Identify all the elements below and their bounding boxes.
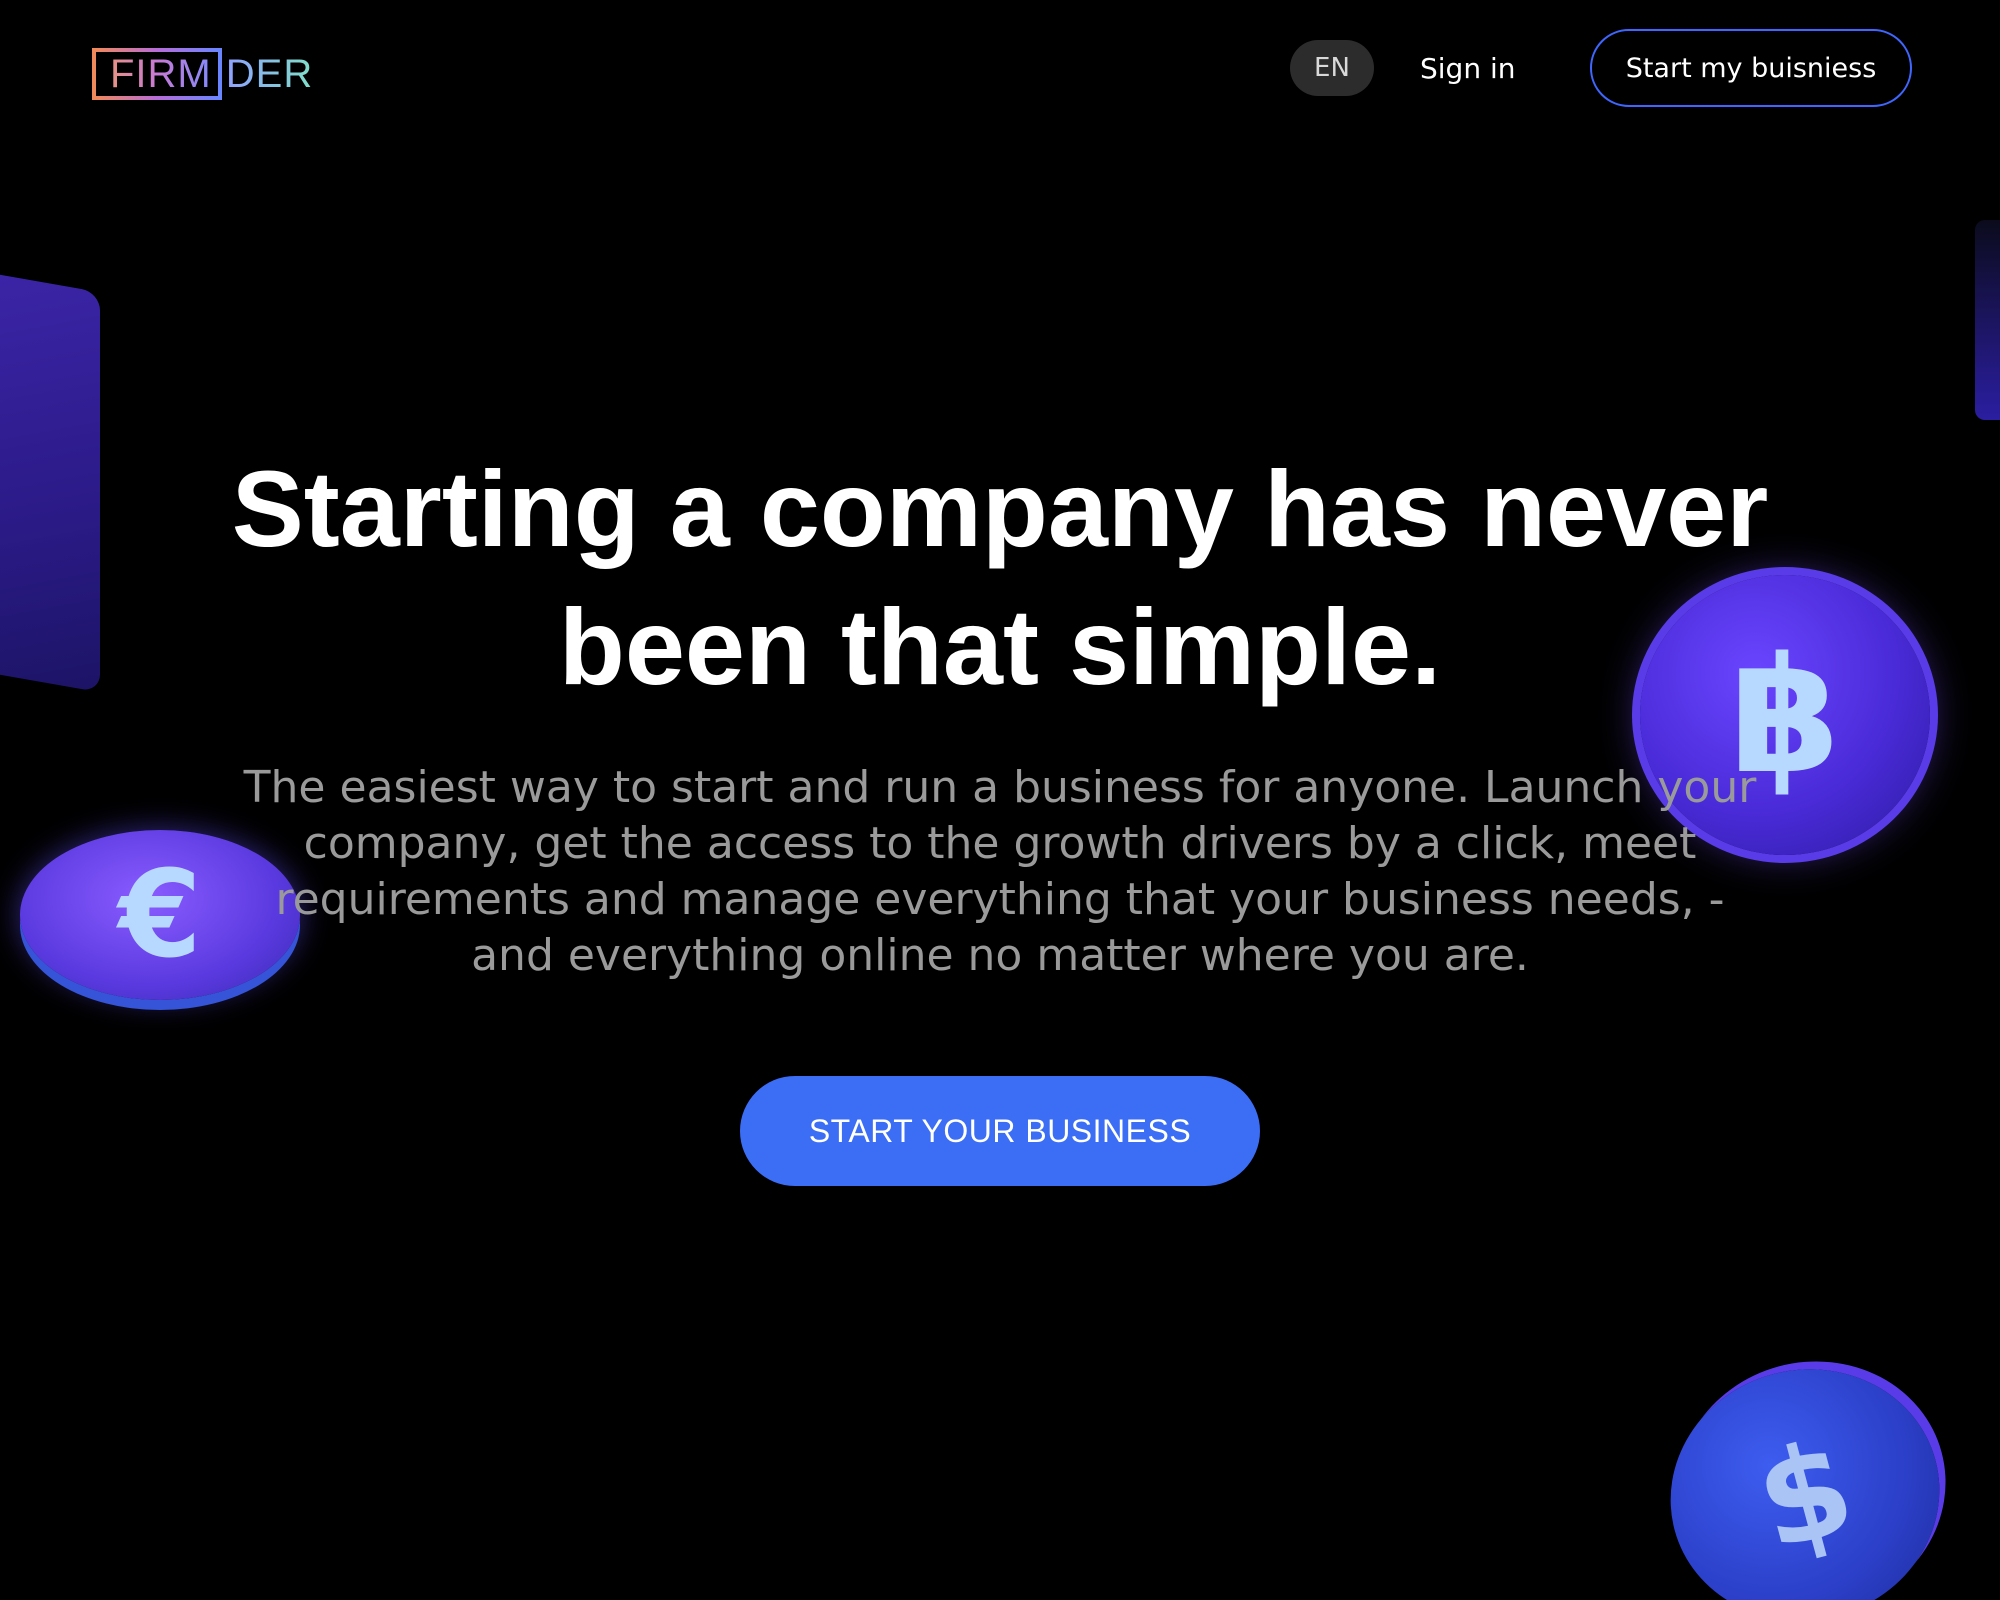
language-switcher[interactable]: EN [1290, 40, 1374, 96]
logo-der-text: DER [225, 51, 314, 96]
hero-title: Starting a company has never been that s… [0, 440, 2000, 716]
hero-title-line-2: been that simple. [558, 586, 1442, 707]
start-your-business-button[interactable]: START YOUR BUSINESS [740, 1076, 1260, 1186]
logo[interactable]: FIRM DER [92, 46, 313, 102]
sign-in-link[interactable]: Sign in [1420, 40, 1516, 96]
hero-subtitle: The easiest way to start and run a busin… [243, 762, 1757, 981]
logo-firm-text: FIRM [92, 48, 222, 100]
start-my-business-button[interactable]: Start my buisniess [1590, 29, 1912, 107]
dollar-coin-icon: $ [1642, 1339, 1968, 1600]
hero-title-line-1: Starting a company has never [231, 448, 1769, 569]
decorative-cube-right [1975, 220, 2000, 420]
